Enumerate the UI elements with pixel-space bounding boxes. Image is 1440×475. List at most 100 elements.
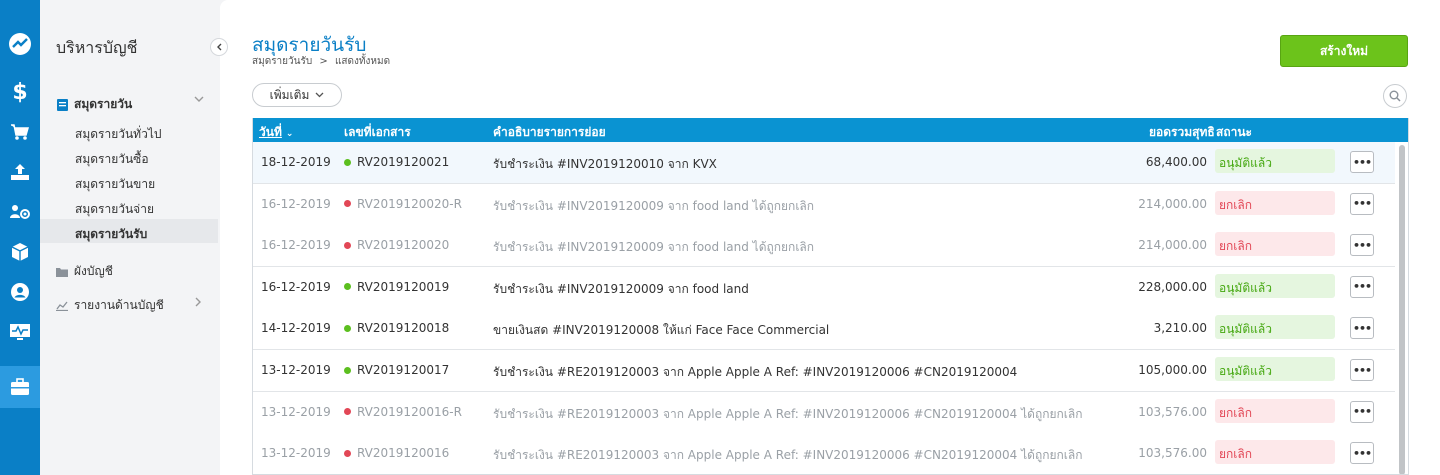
column-header-doc: เลขที่เอกสาร — [344, 125, 411, 139]
status-dot — [344, 449, 351, 457]
row-menu-button[interactable]: ••• — [1350, 151, 1374, 173]
cell-description: รับชำระเงิน #INV2019120010 จาก KVX — [493, 157, 717, 171]
status-badge: ยกเลิก — [1215, 190, 1335, 215]
cell-amount: 105,000.00 — [1138, 363, 1207, 377]
cell-doc-number[interactable]: RV2019120020-R — [357, 197, 462, 211]
cell-doc-number[interactable]: RV2019120019 — [357, 280, 449, 294]
cell-description: ขายเงินสด #INV2019120008 ให้แก่ Face Fac… — [493, 323, 830, 338]
row-menu-button[interactable]: ••• — [1350, 192, 1374, 215]
table-row[interactable]: 16-12-2019 RV2019120019 รับชำระเงิน #INV20… — [253, 266, 1395, 309]
sidebar-section-journal-label: สมุดรายวัน — [74, 97, 133, 111]
sidebar-title: บริหารบัญชี — [56, 38, 138, 57]
cell-doc[interactable]: RV2019120016 — [344, 446, 449, 460]
search-icon — [1389, 90, 1401, 102]
table-row[interactable]: 13-12-2019 RV2019120017 รับชำระเงิน #RE201… — [253, 350, 1395, 392]
sidebar-item-receipt-journal[interactable]: สมุดรายวันรับ — [75, 225, 147, 244]
folder-icon — [56, 266, 68, 278]
status-badge: ยกเลิก — [1215, 232, 1335, 257]
sidebar-section-reports[interactable]: รายงานด้านบัญชี — [56, 296, 164, 315]
sort-caret-icon: ⌄ — [285, 129, 294, 139]
chevron-left-icon — [217, 43, 222, 51]
sidebar-section-journal[interactable]: สมุดรายวัน — [56, 95, 132, 114]
contacts-gear-icon[interactable] — [0, 192, 40, 232]
breadcrumb-item-show-all: แสดงทั้งหมด — [334, 56, 391, 67]
cell-doc-number[interactable]: RV2019120016-R — [357, 405, 462, 419]
status-dot — [344, 366, 351, 374]
search-button[interactable] — [1383, 84, 1407, 108]
table-scrollbar[interactable] — [1399, 145, 1405, 474]
cell-doc[interactable]: RV2019120017 — [344, 363, 449, 377]
cell-doc-number[interactable]: RV2019120021 — [357, 155, 449, 169]
status-badge: อนุมัติแล้ว — [1215, 149, 1335, 173]
sidebar-section-chart-of-accounts[interactable]: ผังบัญชี — [56, 262, 113, 281]
chevron-down-icon[interactable] — [194, 95, 204, 106]
ellipsis-icon: ••• — [1352, 446, 1372, 460]
chevron-right-icon[interactable] — [194, 297, 202, 310]
briefcase-icon[interactable] — [0, 366, 40, 408]
status-badge: อนุมัติแล้ว — [1215, 357, 1335, 381]
status-dot — [344, 241, 351, 249]
table-row[interactable]: 16-12-2019 RV2019120020 รับชำระเงิน #INV20… — [253, 225, 1395, 268]
cell-amount: 214,000.00 — [1138, 238, 1207, 253]
table-row[interactable]: 16-12-2019 RV2019120020-R รับชำระเงิน #INV… — [253, 183, 1395, 226]
row-menu-button[interactable]: ••• — [1350, 317, 1374, 340]
cell-doc[interactable]: RV2019120018 — [344, 321, 449, 335]
row-menu-button[interactable]: ••• — [1350, 275, 1374, 298]
cell-doc[interactable]: RV2019120019 — [344, 280, 449, 294]
upload-tray-icon[interactable] — [0, 152, 40, 192]
cell-doc[interactable]: RV2019120020 — [344, 238, 449, 252]
more-options-button[interactable]: เพิ่มเติม — [252, 83, 342, 107]
cell-doc-number[interactable]: RV2019120020 — [357, 238, 449, 252]
logo-icon[interactable] — [0, 24, 40, 64]
column-header-desc: คำอธิบายรายการย่อย — [493, 125, 606, 139]
table-row[interactable]: 13-12-2019 RV2019120016 รับชำระเงิน #RE201… — [253, 433, 1395, 474]
column-header-date[interactable]: วันที่ ⌄ — [259, 123, 293, 142]
more-options-label: เพิ่มเติม — [269, 87, 310, 102]
breadcrumb-item-receipt-journal[interactable]: สมุดรายวันรับ — [252, 56, 312, 67]
ellipsis-icon: ••• — [1352, 363, 1372, 377]
cell-doc[interactable]: RV2019120021 — [344, 155, 449, 169]
monitor-pulse-icon[interactable] — [0, 312, 40, 352]
cell-doc-number[interactable]: RV2019120017 — [357, 363, 449, 377]
row-menu-button[interactable]: ••• — [1350, 400, 1374, 423]
box-icon[interactable] — [0, 232, 40, 272]
row-menu-button[interactable]: ••• — [1350, 359, 1374, 381]
ellipsis-icon: ••• — [1352, 197, 1372, 211]
cell-amount: 3,210.00 — [1153, 321, 1207, 336]
cell-description: รับชำระเงิน #RE2019120003 จาก Apple Appl… — [493, 406, 1083, 421]
cart-icon[interactable] — [0, 112, 40, 152]
row-menu-button[interactable]: ••• — [1350, 234, 1374, 257]
sidebar-item-sales-journal[interactable]: สมุดรายวันขาย — [75, 175, 155, 194]
sidebar-item-general-journal[interactable]: สมุดรายวันทั่วไป — [75, 125, 161, 144]
cell-doc-number[interactable]: RV2019120016 — [357, 446, 449, 460]
cell-description: รับชำระเงิน #RE2019120003 จาก Apple Appl… — [493, 448, 1083, 463]
ellipsis-icon: ••• — [1352, 321, 1372, 335]
status-badge: ยกเลิก — [1215, 398, 1335, 423]
cell-doc[interactable]: RV2019120016-R — [344, 405, 462, 419]
status-dot — [344, 408, 351, 416]
chevron-down-icon — [315, 92, 324, 98]
table-row[interactable]: 14-12-2019 RV2019120018 ขายเงินสด #INV2019… — [253, 308, 1395, 351]
status-dot — [344, 200, 351, 208]
create-new-button[interactable]: สร้างใหม่ — [1280, 35, 1408, 67]
sidebar-item-purchase-journal[interactable]: สมุดรายวันซื้อ — [75, 150, 149, 169]
breadcrumb: สมุดรายวันรับ > แสดงทั้งหมด — [252, 54, 394, 69]
cell-description: รับชำระเงิน #INV2019120009 จาก food land — [493, 281, 749, 296]
cell-doc-number[interactable]: RV2019120018 — [357, 321, 449, 335]
sidebar-item-payment-journal[interactable]: สมุดรายวันจ่าย — [75, 200, 154, 219]
collapse-sidebar-button[interactable] — [210, 38, 228, 56]
cell-doc[interactable]: RV2019120020-R — [344, 197, 462, 211]
cell-date: 14-12-2019 — [261, 321, 331, 336]
cell-amount: 228,000.00 — [1138, 279, 1207, 294]
row-menu-button[interactable]: ••• — [1350, 442, 1374, 465]
table-row[interactable]: 13-12-2019 RV2019120016-R รับชำระเงิน #RE2… — [253, 391, 1395, 434]
cell-amount: 103,576.00 — [1138, 404, 1207, 419]
table-row[interactable]: 18-12-2019 RV2019120021 รับชำระเงิน #INV20… — [253, 142, 1395, 184]
ellipsis-icon: ••• — [1352, 405, 1372, 419]
sidebar-section-reports-label: รายงานด้านบัญชี — [74, 298, 164, 312]
dollar-icon[interactable]: $ — [0, 72, 40, 112]
sidebar-section-chart-of-accounts-label: ผังบัญชี — [74, 264, 113, 278]
cell-date: 13-12-2019 — [261, 363, 331, 377]
user-circle-icon[interactable] — [0, 272, 40, 312]
cell-amount: 103,576.00 — [1138, 446, 1207, 461]
